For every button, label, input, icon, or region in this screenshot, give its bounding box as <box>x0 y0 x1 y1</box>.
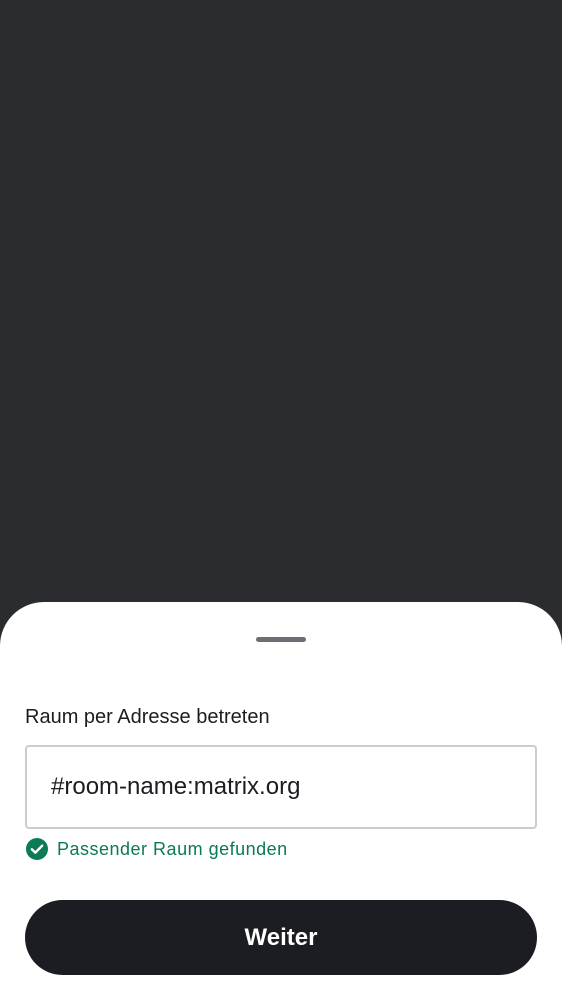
status-message: Passender Raum gefunden <box>57 838 288 859</box>
room-address-input[interactable] <box>25 745 537 829</box>
check-circle-icon <box>25 837 49 861</box>
drag-handle[interactable] <box>256 637 306 642</box>
continue-button[interactable]: Weiter <box>25 900 537 975</box>
address-label: Raum per Adresse betreten <box>25 706 270 728</box>
bottom-sheet: Raum per Adresse betreten Passender Raum… <box>0 602 562 1000</box>
status-row: Passender Raum gefunden <box>25 837 288 861</box>
